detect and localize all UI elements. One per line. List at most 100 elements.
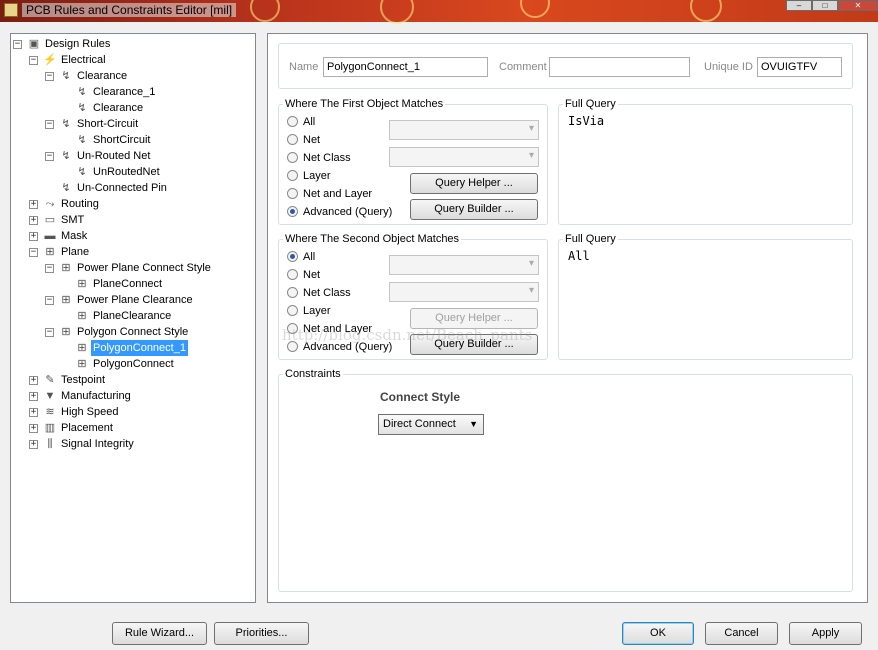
tree-item-polygonconnect[interactable]: ⊞ PolygonConnect <box>11 356 255 372</box>
tree-item-planeclearance[interactable]: ⊞ PlaneClearance <box>11 308 255 324</box>
first-full-query-title: Full Query <box>563 98 618 110</box>
radio-dot[interactable] <box>287 170 298 181</box>
collapse-icon[interactable]: − <box>45 296 54 305</box>
radio-dot[interactable] <box>287 305 298 316</box>
first-radio-layer[interactable]: Layer <box>287 169 397 183</box>
background-decoration <box>520 0 550 18</box>
tree-item-polygonconnect-1[interactable]: ⊞ PolygonConnect_1 <box>11 340 255 356</box>
radio-dot[interactable] <box>287 287 298 298</box>
clearance-rule-icon: ↯ <box>77 86 87 98</box>
tree-item-smt[interactable]: + ▭ SMT <box>11 212 255 228</box>
expand-icon[interactable]: + <box>29 216 38 225</box>
tree-item-high-speed[interactable]: + ≋ High Speed <box>11 404 255 420</box>
watermark: http://blog.csdn.net/Beach_pants <box>282 326 533 344</box>
tree-item-design-rules[interactable]: − ▣ Design Rules <box>11 36 255 52</box>
radio-dot[interactable] <box>287 134 298 145</box>
tree-item-clearance[interactable]: − ↯ Clearance <box>11 68 255 84</box>
close-button[interactable]: ✕ <box>838 0 878 11</box>
radio-label: Net <box>303 269 321 281</box>
collapse-icon[interactable]: − <box>45 264 54 273</box>
collapse-icon[interactable]: − <box>13 40 22 49</box>
second-object-title: Where The Second Object Matches <box>283 233 462 245</box>
first-radio-net[interactable]: Net <box>287 133 397 147</box>
collapse-icon[interactable]: − <box>29 56 38 65</box>
expand-icon[interactable]: + <box>29 424 38 433</box>
routing-icon: ⤳ <box>45 198 55 210</box>
tree-item-plane[interactable]: − ⊞ Plane <box>11 244 255 260</box>
expand-icon[interactable]: + <box>29 408 38 417</box>
tree-item-routing[interactable]: + ⤳ Routing <box>11 196 255 212</box>
tree-item-polygon-connect-style[interactable]: − ⊞ Polygon Connect Style <box>11 324 255 340</box>
cancel-button[interactable]: Cancel <box>705 622 778 645</box>
tree-item-manufacturing[interactable]: + ▼ Manufacturing <box>11 388 255 404</box>
second-radio-net-class[interactable]: Net Class <box>287 286 397 300</box>
tree-item-mask[interactable]: + ▬ Mask <box>11 228 255 244</box>
tree-item-electrical[interactable]: − ⚡ Electrical <box>11 52 255 68</box>
radio-dot[interactable] <box>287 188 298 199</box>
unique-id-field[interactable]: OVUIGTFV <box>757 57 842 77</box>
second-radio-layer[interactable]: Layer <box>287 304 397 318</box>
tree-item-power-plane-connect-style[interactable]: − ⊞ Power Plane Connect Style <box>11 260 255 276</box>
unrouted-net-rule-icon: ↯ <box>77 166 87 178</box>
first-full-query-text[interactable]: IsVia <box>568 114 604 128</box>
first-radio-net-and-layer[interactable]: Net and Layer <box>287 187 397 201</box>
collapse-icon[interactable]: − <box>45 328 54 337</box>
second-full-query-title: Full Query <box>563 233 618 245</box>
radio-label: Layer <box>303 170 331 182</box>
expand-icon[interactable]: + <box>29 392 38 401</box>
unconnected-pin-icon: ↯ <box>61 182 71 194</box>
maximize-button[interactable]: □ <box>812 0 838 11</box>
tree-item-un-connected-pin[interactable]: ↯ Un-Connected Pin <box>11 180 255 196</box>
radio-dot[interactable] <box>287 152 298 163</box>
first-radio-net-class[interactable]: Net Class <box>287 151 397 165</box>
tree-item-placement[interactable]: + ▥ Placement <box>11 420 255 436</box>
tree-item-power-plane-clearance[interactable]: − ⊞ Power Plane Clearance <box>11 292 255 308</box>
tree-item-short-circuit[interactable]: − ↯ Short-Circuit <box>11 116 255 132</box>
smt-icon: ▭ <box>44 214 56 226</box>
rule-wizard-button[interactable]: Rule Wizard... <box>112 622 207 645</box>
radio-dot[interactable] <box>287 206 298 217</box>
first-query-helper-button[interactable]: Query Helper ... <box>410 173 538 194</box>
radio-dot[interactable] <box>287 116 298 127</box>
expand-icon[interactable]: + <box>29 376 38 385</box>
collapse-icon[interactable]: − <box>29 248 38 257</box>
rules-tree[interactable]: − ▣ Design Rules − ⚡ Electrical − ↯ Clearance ↯ Cl… <box>10 33 256 603</box>
connect-style-dropdown[interactable]: Direct Connect ▼ <box>378 414 484 435</box>
tree-item-un-routed-net[interactable]: − ↯ Un-Routed Net <box>11 148 255 164</box>
tree-item-shortcircuit[interactable]: ↯ ShortCircuit <box>11 132 255 148</box>
second-radio-net[interactable]: Net <box>287 268 397 282</box>
tree-item-planeconnect[interactable]: ⊞ PlaneConnect <box>11 276 255 292</box>
name-field[interactable]: PolygonConnect_1 <box>323 57 488 77</box>
tree-item-label: PolygonConnect_1 <box>91 340 188 356</box>
apply-button[interactable]: Apply <box>789 622 862 645</box>
background-decoration <box>690 0 722 22</box>
tree-item-testpoint[interactable]: + ✎ Testpoint <box>11 372 255 388</box>
radio-dot[interactable] <box>287 251 298 262</box>
tree-item-clearance-1[interactable]: ↯ Clearance_1 <box>11 84 255 100</box>
tree-item-clearance[interactable]: ↯ Clearance <box>11 100 255 116</box>
connect-style-value: Direct Connect <box>383 418 456 430</box>
collapse-icon[interactable]: − <box>45 152 54 161</box>
collapse-icon[interactable]: − <box>45 120 54 129</box>
tree-item-label: PlaneConnect <box>93 278 163 290</box>
collapse-icon[interactable]: − <box>45 72 54 81</box>
expand-icon[interactable]: + <box>29 200 38 209</box>
comment-field[interactable] <box>549 57 690 77</box>
polygon-connect-rule-icon: ⊞ <box>77 358 87 370</box>
tree-item-unroutednet[interactable]: ↯ UnRoutedNet <box>11 164 255 180</box>
tree-item-signal-integrity[interactable]: + ⫼ Signal Integrity <box>11 436 255 452</box>
tree-item-label: Design Rules <box>45 38 111 50</box>
priorities-button[interactable]: Priorities... <box>214 622 309 645</box>
first-radio-advanced-query-[interactable]: Advanced (Query) <box>287 205 397 219</box>
minimize-button[interactable]: – <box>786 0 812 11</box>
first-query-builder-button[interactable]: Query Builder ... <box>410 199 538 220</box>
expand-icon[interactable]: + <box>29 440 38 449</box>
ok-button[interactable]: OK <box>622 622 694 645</box>
radio-dot[interactable] <box>287 269 298 280</box>
second-radio-all[interactable]: All <box>287 250 397 264</box>
second-full-query-text[interactable]: All <box>568 249 590 263</box>
first-radio-all[interactable]: All <box>287 115 397 129</box>
tree-item-label: Clearance <box>93 102 144 114</box>
radio-label: Net <box>303 134 321 146</box>
expand-icon[interactable]: + <box>29 232 38 241</box>
